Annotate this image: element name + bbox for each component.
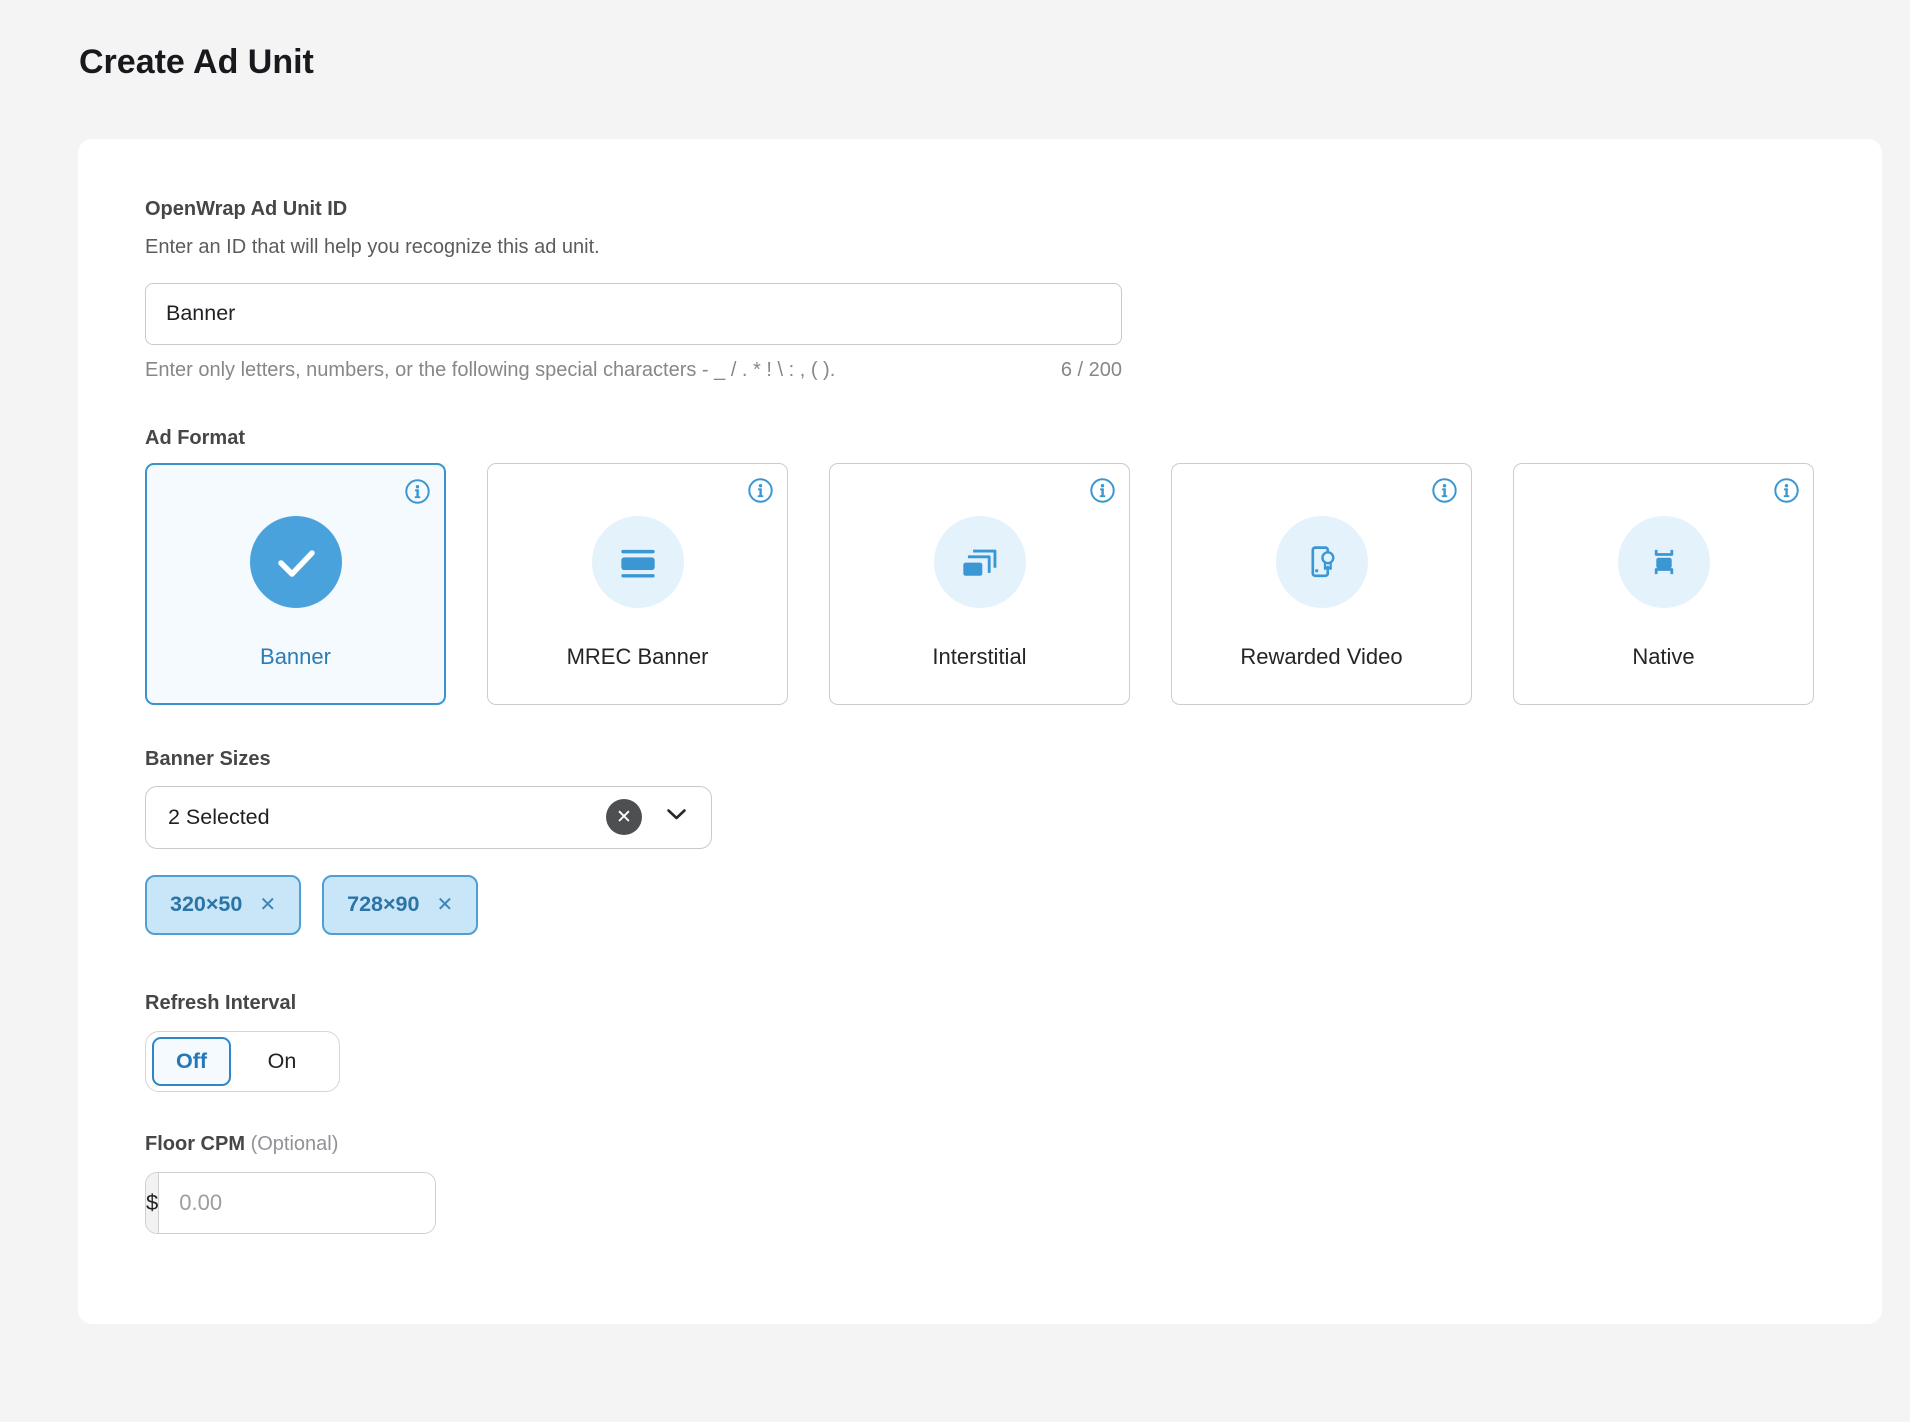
banner-sizes-section: Banner Sizes 2 Selected ✕ 320×50 ✕ 728×9… — [145, 747, 1815, 935]
refresh-interval-section: Refresh Interval Off On — [145, 991, 1815, 1092]
info-icon[interactable] — [404, 478, 431, 505]
ad-unit-id-description: Enter an ID that will help you recognize… — [145, 235, 1815, 259]
floor-cpm-group: $ — [145, 1172, 436, 1234]
mrec-banner-icon — [592, 516, 684, 608]
floor-cpm-section: Floor CPM (Optional) $ — [145, 1132, 1815, 1234]
page-title: Create Ad Unit — [79, 42, 1910, 83]
floor-cpm-label: Floor CPM — [145, 1133, 245, 1155]
clear-all-icon[interactable]: ✕ — [606, 799, 642, 835]
ad-format-option-mrec-banner[interactable]: MREC Banner — [487, 463, 788, 705]
refresh-interval-toggle: Off On — [145, 1031, 340, 1092]
native-icon — [1618, 516, 1710, 608]
optional-hint: (Optional) — [251, 1133, 339, 1155]
create-ad-unit-card: OpenWrap Ad Unit ID Enter an ID that wil… — [78, 139, 1882, 1324]
ad-format-option-native[interactable]: Native — [1513, 463, 1814, 705]
ad-format-option-banner[interactable]: Banner — [145, 463, 446, 705]
ad-unit-id-help-text: Enter only letters, numbers, or the foll… — [145, 358, 835, 382]
ad-format-option-interstitial[interactable]: Interstitial — [829, 463, 1130, 705]
ad-format-label: Ad Format — [145, 426, 1815, 450]
size-chip: 728×90 ✕ — [322, 875, 478, 935]
format-label: Rewarded Video — [1240, 644, 1402, 670]
chip-label: 320×50 — [170, 892, 242, 917]
banner-check-icon — [250, 516, 342, 608]
info-icon[interactable] — [747, 477, 774, 504]
banner-sizes-label: Banner Sizes — [145, 747, 1815, 771]
remove-chip-icon[interactable]: ✕ — [436, 892, 453, 917]
char-counter: 6 / 200 — [1061, 358, 1122, 382]
ad-unit-id-label: OpenWrap Ad Unit ID — [145, 197, 1815, 221]
refresh-on-button[interactable]: On — [231, 1049, 333, 1074]
interstitial-icon — [934, 516, 1026, 608]
refresh-off-button[interactable]: Off — [152, 1037, 231, 1086]
chip-label: 728×90 — [347, 892, 419, 917]
size-chip: 320×50 ✕ — [145, 875, 301, 935]
ad-unit-id-input[interactable] — [145, 283, 1122, 345]
format-label: Native — [1632, 644, 1694, 670]
format-label: Interstitial — [932, 644, 1026, 670]
floor-cpm-input[interactable] — [159, 1173, 436, 1233]
banner-sizes-select[interactable]: 2 Selected ✕ — [145, 786, 712, 849]
rewarded-video-icon — [1276, 516, 1368, 608]
refresh-interval-label: Refresh Interval — [145, 991, 1815, 1015]
format-label: Banner — [260, 644, 331, 670]
info-icon[interactable] — [1773, 477, 1800, 504]
close-icon: ✕ — [616, 806, 632, 829]
select-value: 2 Selected — [168, 805, 606, 830]
format-label: MREC Banner — [567, 644, 709, 670]
chevron-down-icon — [666, 808, 687, 826]
ad-format-option-rewarded-video[interactable]: Rewarded Video — [1171, 463, 1472, 705]
info-icon[interactable] — [1089, 477, 1116, 504]
ad-format-section: Ad Format Banner — [145, 426, 1815, 705]
ad-unit-id-section: OpenWrap Ad Unit ID Enter an ID that wil… — [145, 197, 1815, 382]
remove-chip-icon[interactable]: ✕ — [259, 892, 276, 917]
currency-prefix: $ — [146, 1173, 159, 1233]
info-icon[interactable] — [1431, 477, 1458, 504]
